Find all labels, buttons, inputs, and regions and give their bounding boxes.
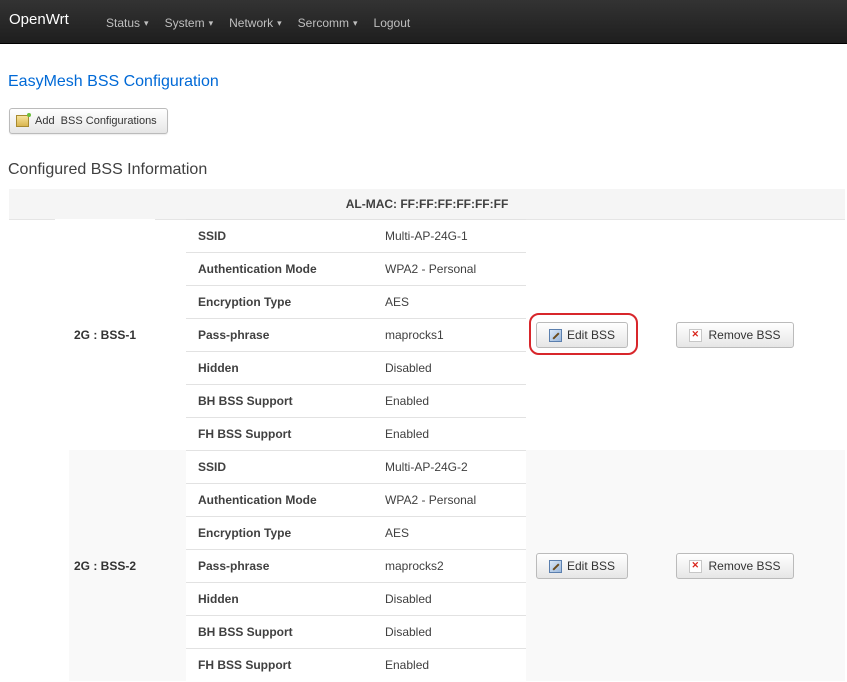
- chevron-down-icon: ▾: [353, 18, 358, 28]
- menu-network[interactable]: Network ▾: [229, 16, 282, 30]
- table-row: BH BSS Support Disabled: [186, 615, 526, 649]
- remove-icon: [689, 328, 703, 342]
- table-row: FH BSS Support Enabled: [186, 648, 526, 682]
- table-row: Hidden Disabled: [186, 351, 526, 385]
- menu-system[interactable]: System ▾: [165, 16, 214, 30]
- field-key: Pass-phrase: [198, 328, 270, 342]
- table-row: Pass-phrase maprocks2: [186, 549, 526, 583]
- field-value: AES: [385, 526, 410, 540]
- field-key: BH BSS Support: [198, 625, 293, 639]
- remove-bss-button[interactable]: Remove BSS: [676, 553, 794, 579]
- menu-system-label: System: [164, 16, 205, 30]
- table-row: Pass-phrase maprocks1: [186, 318, 526, 352]
- field-value: Enabled: [385, 658, 430, 672]
- remove-icon: [689, 559, 703, 573]
- field-key: Encryption Type: [198, 526, 292, 540]
- chevron-down-icon: ▾: [277, 18, 282, 28]
- field-value: Enabled: [385, 394, 430, 408]
- table-row: FH BSS Support Enabled: [186, 417, 526, 451]
- field-value: Disabled: [385, 361, 432, 375]
- menu-status-label: Status: [106, 16, 141, 30]
- chevron-down-icon: ▾: [208, 18, 214, 28]
- field-key: Encryption Type: [198, 295, 292, 309]
- table-row: Authentication Mode WPA2 - Personal: [186, 252, 526, 286]
- menu-network-label: Network: [229, 16, 274, 30]
- remove-bss-label: Remove BSS: [708, 559, 781, 573]
- field-key: Pass-phrase: [198, 559, 270, 573]
- edit-icon: [548, 559, 562, 573]
- edit-bss-label: Edit BSS: [566, 328, 616, 342]
- table-row: BH BSS Support Enabled: [186, 384, 526, 418]
- field-value: maprocks2: [385, 559, 444, 573]
- top-navbar: OpenWrt Status ▾ System ▾ Network ▾ Sercomm…: [0, 0, 847, 44]
- field-key: FH BSS Support: [198, 427, 292, 441]
- bss-label: 2G : BSS-1: [55, 219, 155, 450]
- bss-group-1: 2G : BSS-1 SSID Multi-AP-24G-1 Authentica…: [9, 219, 845, 451]
- field-value: Disabled: [385, 625, 432, 639]
- remove-bss-label: Remove BSS: [708, 328, 781, 342]
- table-row: SSID Multi-AP-24G-2: [186, 450, 526, 484]
- menu-sercomm[interactable]: Sercomm ▾: [298, 16, 358, 30]
- brand-logo[interactable]: OpenWrt: [9, 11, 69, 28]
- field-value: Multi-AP-24G-2: [385, 460, 468, 474]
- field-key: Authentication Mode: [198, 262, 317, 276]
- edit-bss-button[interactable]: Edit BSS: [536, 322, 628, 348]
- menu-logout-label: Logout: [373, 16, 411, 30]
- field-value: Disabled: [385, 592, 432, 606]
- field-value: WPA2 - Personal: [385, 493, 477, 507]
- table-row: SSID Multi-AP-24G-1: [186, 219, 526, 253]
- field-key: Authentication Mode: [198, 493, 317, 507]
- add-config-icon: [16, 113, 31, 127]
- al-mac-header: AL-MAC: FF:FF:FF:FF:FF:FF: [9, 189, 845, 220]
- field-value: Enabled: [385, 427, 430, 441]
- field-key: FH BSS Support: [198, 658, 292, 672]
- table-row: Hidden Disabled: [186, 582, 526, 616]
- page-title: EasyMesh BSS Configuration: [8, 73, 219, 90]
- field-value: maprocks1: [385, 328, 444, 342]
- table-row: Encryption Type AES: [186, 516, 526, 550]
- table-row: Authentication Mode WPA2 - Personal: [186, 483, 526, 517]
- field-key: Hidden: [198, 592, 239, 606]
- main-menu: Status ▾ System ▾ Network ▾ Sercomm ▾ Logout: [106, 16, 426, 30]
- bss-label: 2G : BSS-2: [73, 558, 136, 573]
- field-key: SSID: [198, 460, 227, 474]
- field-key: BH BSS Support: [198, 394, 293, 408]
- edit-icon: [548, 328, 562, 342]
- field-value: AES: [385, 295, 410, 309]
- chevron-down-icon: ▾: [144, 18, 149, 28]
- add-bss-button[interactable]: Add BSS Configurations: [9, 108, 168, 134]
- edit-bss-label: Edit BSS: [566, 559, 616, 573]
- add-bss-button-label: Add BSS Configurations: [35, 115, 157, 127]
- field-key: Hidden: [198, 361, 239, 375]
- remove-bss-button[interactable]: Remove BSS: [676, 322, 794, 348]
- menu-logout[interactable]: Logout: [374, 16, 411, 30]
- field-key: SSID: [198, 229, 227, 243]
- menu-status[interactable]: Status ▾: [106, 16, 149, 30]
- edit-bss-button[interactable]: Edit BSS: [536, 553, 628, 579]
- menu-sercomm-label: Sercomm: [297, 16, 349, 30]
- field-value: Multi-AP-24G-1: [385, 229, 468, 243]
- table-row: Encryption Type AES: [186, 285, 526, 319]
- section-title: Configured BSS Information: [8, 161, 208, 178]
- bss-group-2: 2G : BSS-2 SSID Multi-AP-24G-2 Authentica…: [9, 450, 845, 682]
- field-value: WPA2 - Personal: [385, 262, 477, 276]
